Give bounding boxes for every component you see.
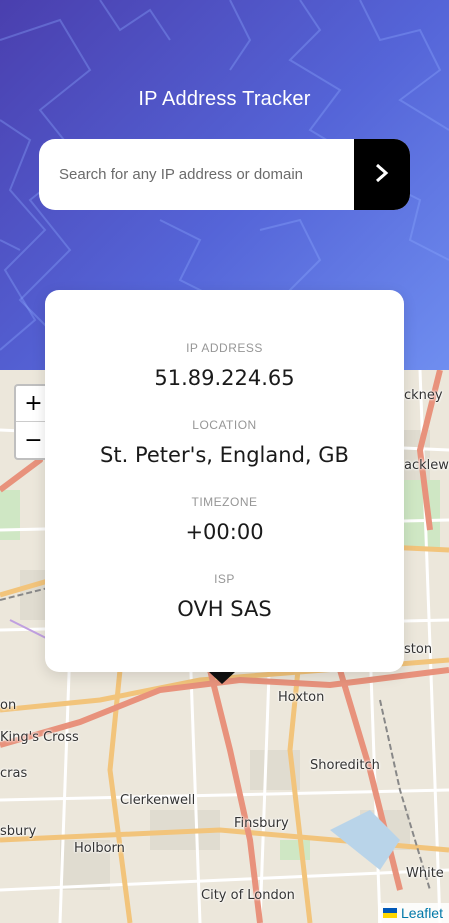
- map-label-shoreditch: Shoreditch: [310, 758, 380, 773]
- isp-value: OVH SAS: [177, 597, 272, 621]
- map-label-sbury: sbury: [0, 824, 37, 839]
- map-label-city-of-london: City of London: [201, 888, 295, 903]
- location-label: LOCATION: [192, 418, 257, 432]
- map-label-hoxton: Hoxton: [278, 690, 325, 705]
- ukraine-flag-icon: [382, 908, 397, 918]
- map-label-clerkenwell: Clerkenwell: [120, 793, 196, 808]
- search-input[interactable]: [39, 139, 354, 210]
- map-label-finsbury: Finsbury: [234, 816, 289, 831]
- map-attribution: Leaflet: [377, 903, 449, 923]
- map-label-cras: cras: [0, 766, 28, 781]
- location-marker-icon: [209, 672, 235, 684]
- isp-label: ISP: [214, 572, 235, 586]
- page-title: IP Address Tracker: [138, 88, 311, 110]
- location-value: St. Peter's, England, GB: [100, 443, 349, 467]
- map-label-hackney: ckney: [404, 388, 443, 403]
- map-label-white: White: [406, 866, 444, 881]
- map-label-hacklewe: acklewe: [404, 458, 449, 473]
- info-card: IP ADDRESS 51.89.224.65 LOCATION St. Pet…: [45, 290, 404, 672]
- ip-address-value: 51.89.224.65: [154, 366, 295, 390]
- ip-address-label: IP ADDRESS: [186, 341, 263, 355]
- map-label-aston: ston: [404, 642, 433, 657]
- map-label-holborn: Holborn: [74, 841, 125, 856]
- timezone-label: TIMEZONE: [191, 495, 258, 509]
- timezone-value: +00:00: [185, 520, 264, 544]
- leaflet-link[interactable]: Leaflet: [401, 905, 443, 921]
- map-label-on: on: [0, 698, 17, 713]
- search-button[interactable]: [354, 139, 410, 210]
- chevron-right-icon: [375, 163, 389, 187]
- map-label-kings-cross: King's Cross: [0, 730, 79, 745]
- search-bar: [39, 139, 410, 210]
